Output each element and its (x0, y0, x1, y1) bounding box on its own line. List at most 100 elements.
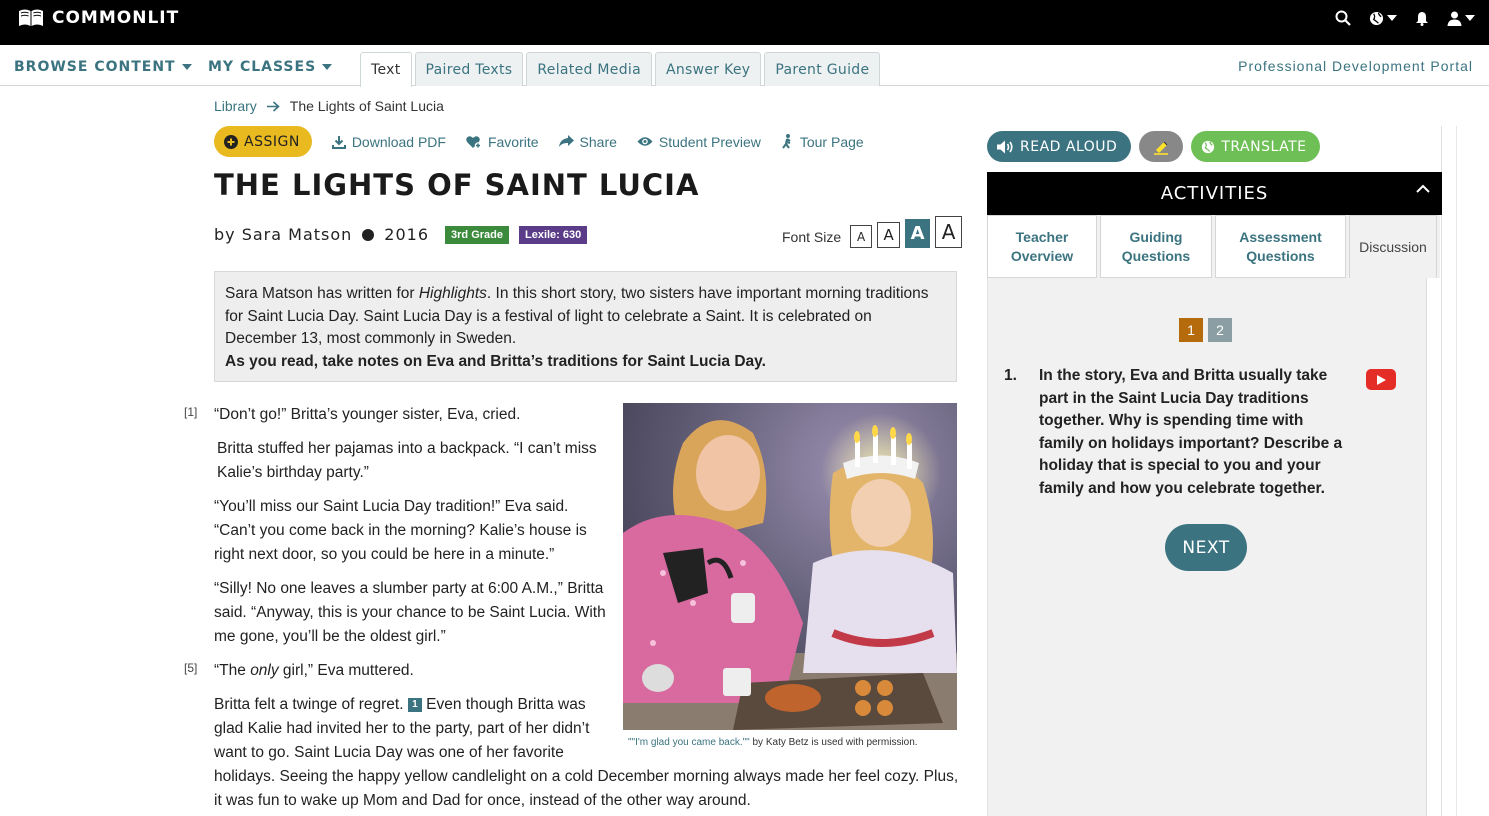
tour-page-label: Tour Page (799, 133, 864, 150)
browse-content-menu[interactable]: BROWSE CONTENT (14, 59, 192, 75)
text-meta: by Sara Matson 2016 3rd Grade Lexile: 63… (214, 225, 588, 244)
search-icon[interactable] (1335, 10, 1351, 26)
caret-down-icon (322, 63, 333, 70)
student-preview-button[interactable]: Student Preview (637, 134, 761, 150)
tab-teacher-overview[interactable]: Teacher Overview (987, 215, 1097, 278)
intro-box: Sara Matson has written for Highlights. … (214, 271, 957, 382)
translate-label: TRANSLATE (1221, 138, 1307, 155)
favorite-label: Favorite (487, 133, 539, 150)
intro-publication: Highlights (418, 285, 487, 302)
year: 2016 (384, 225, 430, 244)
story-emphasis: only (250, 662, 279, 679)
story-paragraph: “You’ll miss our Saint Lucia Day traditi… (214, 498, 587, 563)
globe-icon (1202, 140, 1215, 153)
tab-text[interactable]: Text (360, 52, 412, 87)
question-pager: 1 2 (1179, 318, 1232, 342)
plus-circle-icon (224, 134, 238, 149)
tour-page-button[interactable]: Tour Page (781, 134, 864, 150)
story-paragraph: “Don’t go!” Britta’s younger sister, Eva… (214, 406, 521, 423)
intro-instruction: As you read, take notes on Eva and Britt… (225, 352, 766, 370)
favorite-button[interactable]: Favorite (466, 134, 539, 150)
font-size-small-button[interactable]: A (850, 225, 873, 248)
breadcrumb: Library The Lights of Saint Lucia (214, 98, 444, 114)
my-classes-menu[interactable]: MY CLASSES (208, 59, 333, 75)
caption-credit: by Katy Betz is used with permission. (749, 737, 918, 748)
paragraph-number: [5] (184, 661, 198, 675)
story-paragraph: “The only girl,” Eva muttered. (214, 659, 609, 683)
logo-text: COMMONLIT (52, 8, 180, 28)
font-size-large-button[interactable]: A (905, 219, 931, 248)
story-paragraph-continued: holidays. Seeing the happy yellow candle… (214, 768, 959, 809)
story-illustration[interactable] (623, 403, 957, 730)
hiker-icon (782, 134, 791, 149)
panel-scrollbar[interactable] (1441, 126, 1457, 816)
caret-down-icon (181, 63, 192, 70)
assign-label: ASSIGN (244, 133, 300, 150)
download-pdf-button[interactable]: Download PDF (331, 133, 446, 150)
highlighter-button[interactable] (1139, 131, 1184, 162)
story-paragraph: “Silly! No one leaves a slumber party at… (214, 580, 606, 645)
activities-header[interactable]: ACTIVITIES (987, 172, 1442, 215)
arrow-right-icon (266, 100, 280, 112)
read-aloud-label: READ ALOUD (1020, 138, 1118, 155)
assign-button[interactable]: ASSIGN (214, 126, 312, 157)
story-paragraph: Britta felt a twinge of regret. 1 Even t… (214, 693, 609, 765)
download-icon (331, 135, 346, 149)
caption-link[interactable]: ""I'm glad you came back."" (628, 737, 750, 748)
text-actions: ASSIGN Download PDF Favorite Share Stude… (214, 126, 864, 157)
caret-down-icon (1387, 15, 1397, 21)
tab-paired-texts[interactable]: Paired Texts (414, 52, 524, 86)
heart-plus-icon (466, 135, 482, 149)
tab-assessment-questions[interactable]: Assessment Questions (1215, 215, 1346, 278)
student-preview-label: Student Preview (658, 133, 761, 150)
translate-button[interactable]: TRANSLATE (1191, 131, 1321, 162)
user-icon (1447, 11, 1462, 26)
tab-answer-key[interactable]: Answer Key (654, 52, 762, 86)
font-size-control: Font Size A A A A (782, 216, 963, 248)
story-text: “The (214, 662, 251, 679)
chevron-up-icon (1416, 184, 1430, 193)
bell-icon[interactable] (1415, 11, 1429, 26)
separator-dot (362, 228, 375, 241)
intro-text: Sara Matson has written for (225, 285, 419, 302)
user-menu[interactable] (1447, 11, 1475, 26)
illustration-caption: ""I'm glad you came back."" by Katy Betz… (628, 737, 918, 748)
highlighter-icon (1154, 141, 1169, 155)
commonlit-logo[interactable]: COMMONLIT (18, 8, 179, 28)
eye-icon (637, 137, 653, 146)
next-button[interactable]: NEXT (1165, 524, 1247, 571)
top-bar: COMMONLIT (0, 0, 1489, 45)
tab-related-media[interactable]: Related Media (526, 52, 652, 86)
my-classes-label: MY CLASSES (208, 59, 317, 75)
tab-parent-guide[interactable]: Parent Guide (764, 52, 881, 86)
footnote-marker[interactable]: 1 (407, 697, 422, 712)
story-text: girl,” Eva muttered. (278, 662, 414, 679)
language-menu[interactable] (1369, 11, 1397, 26)
secondary-nav: BROWSE CONTENT MY CLASSES Text Paired Te… (0, 45, 1489, 87)
font-size-xlarge-button[interactable]: A (935, 216, 963, 248)
tab-guiding-questions[interactable]: Guiding Questions (1100, 215, 1212, 278)
share-icon (558, 135, 574, 147)
browse-content-label: BROWSE CONTENT (14, 59, 176, 75)
text-tabs: Text Paired Texts Related Media Answer K… (360, 52, 881, 87)
lexile-badge: Lexile: 630 (518, 225, 588, 244)
tab-discussion[interactable]: Discussion (1349, 215, 1437, 278)
breadcrumb-library-link[interactable]: Library (214, 98, 257, 114)
youtube-icon[interactable] (1366, 369, 1396, 390)
reading-tools: READ ALOUD TRANSLATE (987, 131, 1321, 162)
page-button[interactable]: 2 (1208, 318, 1232, 342)
read-aloud-button[interactable]: READ ALOUD (987, 131, 1132, 162)
professional-development-link[interactable]: Professional Development Portal (1238, 58, 1473, 74)
speaker-icon (997, 140, 1013, 153)
caret-down-icon (1465, 15, 1475, 21)
font-size-medium-button[interactable]: A (877, 222, 901, 248)
share-button[interactable]: Share (558, 134, 617, 150)
page-button[interactable]: 1 (1179, 318, 1203, 342)
story-paragraph: Britta stuffed her pajamas into a backpa… (217, 440, 597, 481)
story-text: Britta felt a twinge of regret. (214, 696, 404, 713)
question-number: 1. (1004, 367, 1017, 384)
download-pdf-label: Download PDF (351, 133, 446, 150)
open-book-icon (19, 9, 43, 26)
paragraph-number: [1] (184, 405, 198, 419)
author: by Sara Matson (214, 225, 353, 244)
